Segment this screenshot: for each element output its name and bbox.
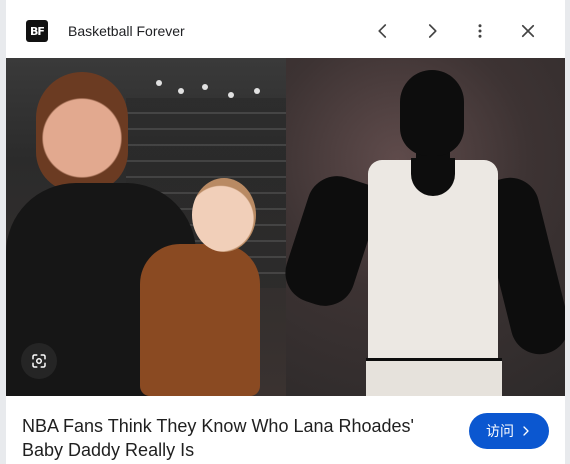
lens-icon — [32, 354, 46, 368]
previous-button[interactable] — [370, 18, 396, 44]
chevron-right-icon — [428, 24, 437, 38]
silhouette-figure — [400, 70, 464, 156]
close-icon — [521, 24, 535, 38]
visit-button[interactable]: 访问 — [469, 413, 549, 449]
visit-label: 访问 — [486, 424, 514, 440]
preview-image[interactable] — [6, 58, 565, 396]
preview-header: BF Basketball Forever — [6, 0, 565, 58]
chevron-right-icon — [523, 426, 529, 436]
close-button[interactable] — [515, 18, 541, 44]
site-name[interactable]: Basketball Forever — [68, 23, 185, 39]
more-options-button[interactable] — [467, 18, 493, 44]
more-vert-icon — [478, 24, 482, 38]
image-preview-card: BF Basketball Forever NBA Fans Think The… — [0, 0, 570, 464]
baby-body — [140, 244, 260, 396]
preview-footer: NBA Fans Think They Know Who Lana Rhoade… — [6, 396, 565, 464]
baby-figure — [192, 178, 256, 252]
shorts — [366, 358, 502, 396]
site-logo: BF — [26, 20, 48, 42]
woman-figure — [36, 72, 128, 192]
lens-search-button[interactable] — [21, 343, 57, 379]
next-button[interactable] — [419, 18, 445, 44]
chevron-left-icon — [378, 24, 387, 38]
article-title[interactable]: NBA Fans Think They Know Who Lana Rhoade… — [22, 414, 442, 462]
